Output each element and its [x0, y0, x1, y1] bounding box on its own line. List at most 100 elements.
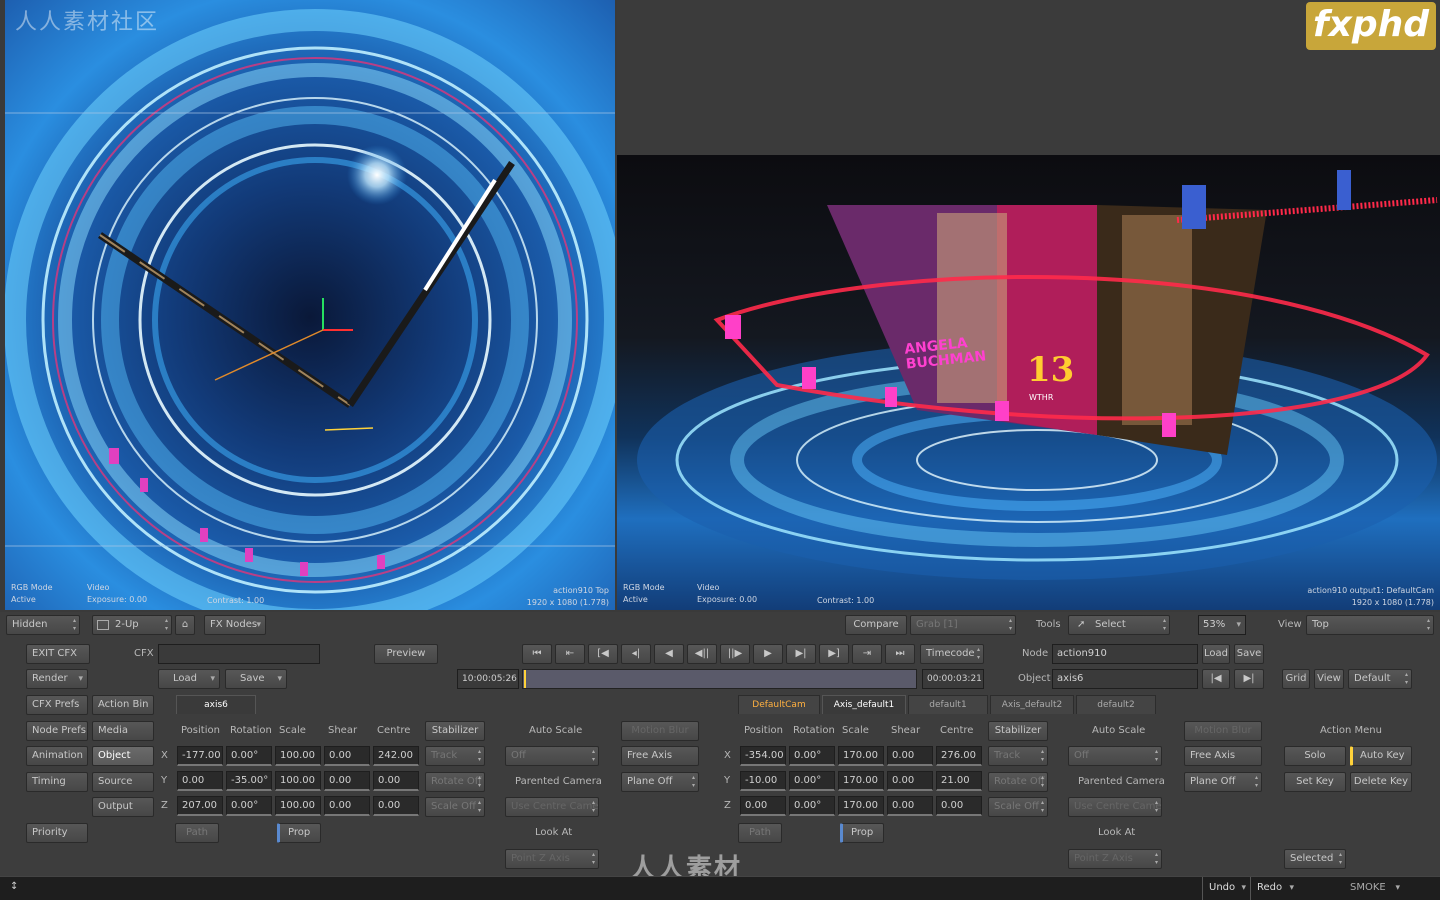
- auto-scale-select[interactable]: Off: [1068, 746, 1162, 766]
- axis-value-field[interactable]: 0.00°: [789, 796, 835, 816]
- tab-defaultcam[interactable]: DefaultCam: [738, 695, 820, 714]
- axis-value-field[interactable]: 0.00: [936, 796, 982, 816]
- axis-value-field[interactable]: 0.00: [373, 771, 419, 791]
- app-menu[interactable]: SMOKE: [1340, 877, 1404, 900]
- cfx-name-field[interactable]: [158, 644, 320, 664]
- timeline-scrubber[interactable]: [522, 669, 917, 689]
- axis-value-field[interactable]: 100.00: [275, 771, 321, 791]
- node-save-button[interactable]: Save: [1234, 644, 1264, 664]
- axis-value-field[interactable]: 0.00°: [789, 746, 835, 766]
- solo-button[interactable]: Solo: [1284, 746, 1346, 766]
- default-select[interactable]: Default: [1348, 669, 1412, 689]
- grab-select[interactable]: Grab [1]: [910, 615, 1016, 635]
- axis-value-field[interactable]: 0.00: [324, 771, 370, 791]
- axis-value-field[interactable]: 0.00: [887, 796, 933, 816]
- axis-value-field[interactable]: 0.00: [740, 796, 786, 816]
- object-field[interactable]: axis6: [1052, 669, 1198, 689]
- stabilizer-button[interactable]: Stabilizer: [988, 721, 1048, 741]
- goto-start-button[interactable]: ⏮: [522, 644, 552, 664]
- path-button[interactable]: Path: [175, 823, 219, 843]
- redo-button[interactable]: Redo: [1250, 877, 1298, 900]
- prev-mark-button[interactable]: [◀: [588, 644, 618, 664]
- view-button[interactable]: View: [1314, 669, 1344, 689]
- free-axis-button[interactable]: Free Axis: [621, 746, 699, 766]
- viewport-top[interactable]: 人人素材社区 RGB Mode Active Video Exposure: 0.0…: [5, 0, 615, 610]
- goto-end-button[interactable]: ⏭: [885, 644, 915, 664]
- timecode-end[interactable]: 00:00:03:21: [922, 669, 984, 689]
- axis-value-field[interactable]: -177.00: [177, 746, 223, 766]
- fx-nodes-button[interactable]: FX Nodes: [204, 615, 266, 635]
- next-object-button[interactable]: ▶|: [1234, 669, 1264, 689]
- axis-value-field[interactable]: 100.00: [275, 746, 321, 766]
- prop-button[interactable]: Prop: [840, 823, 884, 843]
- axis-value-field[interactable]: 0.00°: [226, 796, 272, 816]
- axis-value-field[interactable]: -35.00°: [226, 771, 272, 791]
- stabilizer-button[interactable]: Stabilizer: [425, 721, 485, 741]
- media-button[interactable]: Media: [92, 721, 154, 741]
- scale-off-select[interactable]: Scale Off: [425, 797, 485, 817]
- scale-off-select[interactable]: Scale Off: [988, 797, 1048, 817]
- axis-value-field[interactable]: 0.00: [887, 771, 933, 791]
- timecode-start[interactable]: 10:00:05:26: [457, 669, 519, 689]
- animation-button[interactable]: Animation: [26, 746, 88, 766]
- plane-off-select[interactable]: Plane Off: [1184, 772, 1262, 792]
- prop-button[interactable]: Prop: [277, 823, 321, 843]
- axis-value-field[interactable]: 0.00: [324, 746, 370, 766]
- tab-axis-default1[interactable]: Axis_default1: [822, 695, 906, 714]
- use-centre-select[interactable]: Use Centre Camer: [1068, 797, 1162, 817]
- axis-value-field[interactable]: 0.00: [324, 796, 370, 816]
- axis-value-field[interactable]: 170.00: [838, 771, 884, 791]
- axis-value-field[interactable]: 207.00: [177, 796, 223, 816]
- selected-select[interactable]: Selected: [1284, 849, 1346, 869]
- viewport-camera[interactable]: ANGELA BUCHMAN 13 WTHR RGB Mode Active Vi…: [617, 155, 1440, 610]
- axis-value-field[interactable]: 21.00: [936, 771, 982, 791]
- free-axis-button[interactable]: Free Axis: [1184, 746, 1262, 766]
- node-prefs-button[interactable]: Node Prefs: [26, 721, 88, 741]
- set-key-button[interactable]: Set Key: [1284, 772, 1346, 792]
- axis-value-field[interactable]: 0.00°: [226, 746, 272, 766]
- grid-button[interactable]: Grid: [1282, 669, 1310, 689]
- axis-value-field[interactable]: 0.00: [373, 796, 419, 816]
- axis-value-field[interactable]: 0.00: [177, 771, 223, 791]
- track-select[interactable]: Track: [425, 746, 485, 766]
- axis-value-field[interactable]: -10.00: [740, 771, 786, 791]
- expand-icon[interactable]: ↕: [10, 881, 18, 892]
- tab-default1[interactable]: default1: [908, 695, 988, 714]
- tab-axis-default2[interactable]: Axis_default2: [990, 695, 1074, 714]
- exit-cfx-button[interactable]: EXIT CFX: [26, 644, 90, 664]
- axis-value-field[interactable]: 170.00: [838, 796, 884, 816]
- delete-key-button[interactable]: Delete Key: [1350, 772, 1412, 792]
- view-select[interactable]: Top: [1306, 615, 1434, 635]
- cfx-prefs-button[interactable]: CFX Prefs: [26, 695, 88, 715]
- prev-object-button[interactable]: |◀: [1202, 669, 1230, 689]
- next-mark-button[interactable]: ▶]: [819, 644, 849, 664]
- timecode-mode-select[interactable]: Timecode: [920, 644, 984, 664]
- action-bin-button[interactable]: Action Bin: [92, 695, 154, 715]
- layout-select[interactable]: 2-Up: [92, 615, 172, 635]
- next-key-button[interactable]: ⇥: [852, 644, 882, 664]
- setup-save-button[interactable]: Save: [225, 669, 287, 689]
- play-reverse-button[interactable]: ◀||: [687, 644, 717, 664]
- compare-button[interactable]: Compare: [845, 615, 907, 635]
- step-forward-button[interactable]: ▶: [753, 644, 783, 664]
- output-button[interactable]: Output: [92, 797, 154, 817]
- zoom-select[interactable]: 53%: [1198, 615, 1246, 635]
- home-button[interactable]: ⌂: [175, 615, 195, 635]
- track-select[interactable]: Track: [988, 746, 1048, 766]
- use-centre-select[interactable]: Use Centre Camer: [505, 797, 599, 817]
- point-z-select[interactable]: Point Z Axis: [505, 849, 599, 869]
- tab-default2[interactable]: default2: [1076, 695, 1156, 714]
- node-load-button[interactable]: Load: [1202, 644, 1230, 664]
- object-button[interactable]: Object: [92, 746, 154, 766]
- node-field[interactable]: action910: [1052, 644, 1198, 664]
- prev-frame-key-button[interactable]: ◂|: [621, 644, 651, 664]
- axis-value-field[interactable]: 242.00: [373, 746, 419, 766]
- path-button[interactable]: Path: [738, 823, 782, 843]
- auto-scale-select[interactable]: Off: [505, 746, 599, 766]
- timing-button[interactable]: Timing: [26, 772, 88, 792]
- point-z-select[interactable]: Point Z Axis: [1068, 849, 1162, 869]
- hidden-select[interactable]: Hidden: [6, 615, 80, 635]
- source-button[interactable]: Source: [92, 772, 154, 792]
- motion-blur-button[interactable]: Motion Blur: [621, 721, 699, 741]
- render-button[interactable]: Render: [26, 669, 88, 689]
